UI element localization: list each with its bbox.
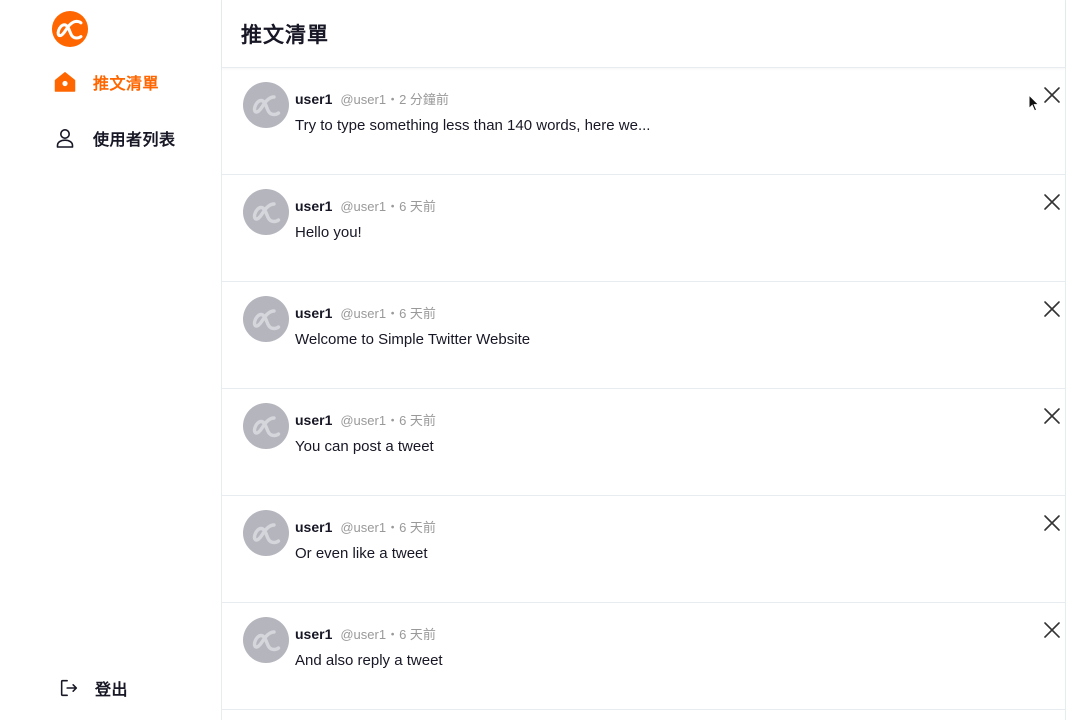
sidebar-item-label: 推文清單: [93, 76, 160, 93]
tweet-item[interactable]: user1 @user1・6 天前 Hello you!: [222, 175, 1065, 282]
sidebar: 推文清單 使用者列表 登出: [0, 0, 222, 720]
close-icon: [1044, 622, 1060, 638]
tweet-author-name[interactable]: user1: [295, 519, 332, 535]
page-title: 推文清單: [241, 23, 329, 47]
default-avatar-icon: [252, 95, 281, 117]
tweet-author-name[interactable]: user1: [295, 305, 332, 321]
tweet-text: You can post a tweet: [295, 438, 434, 455]
delete-tweet-button[interactable]: [1041, 405, 1063, 427]
delete-tweet-button[interactable]: [1041, 191, 1063, 213]
default-avatar-icon: [252, 523, 281, 545]
tweet-text: Hello you!: [295, 224, 362, 241]
tweet-text: Or even like a tweet: [295, 545, 428, 562]
page-header: 推文清單: [222, 0, 1065, 68]
main-panel: 推文清單 user1 @user1・2 分鐘前 Try to type some…: [222, 0, 1066, 720]
delete-tweet-button[interactable]: [1041, 512, 1063, 534]
tweet-meta: @user1・6 天前: [340, 306, 436, 321]
avatar[interactable]: [243, 510, 289, 556]
default-avatar-icon: [252, 309, 281, 331]
tweet-author-name[interactable]: user1: [295, 626, 332, 642]
tweet-header: user1 @user1・6 天前: [295, 196, 436, 215]
logout-button[interactable]: 登出: [57, 675, 128, 701]
default-avatar-icon: [252, 202, 281, 224]
tweet-header: user1 @user1・6 天前: [295, 303, 436, 322]
tweet-item[interactable]: user1 @user1・2 分鐘前 Try to type something…: [222, 68, 1065, 175]
tweet-text: And also reply a tweet: [295, 652, 443, 669]
close-icon: [1044, 301, 1060, 317]
delete-tweet-button[interactable]: [1041, 619, 1063, 641]
tweet-meta: @user1・6 天前: [340, 199, 436, 214]
avatar[interactable]: [243, 189, 289, 235]
logout-label: 登出: [95, 682, 129, 699]
logout-icon: [57, 676, 81, 700]
tweet-item[interactable]: user1 @user1・6 天前 Or even like a tweet: [222, 496, 1065, 603]
avatar[interactable]: [243, 617, 289, 663]
tweet-item[interactable]: user1 @user1・6 天前 Welcome to Simple Twit…: [222, 282, 1065, 389]
close-icon: [1044, 87, 1060, 103]
user-icon: [53, 126, 77, 150]
delete-tweet-button[interactable]: [1041, 298, 1063, 320]
delete-tweet-button[interactable]: [1041, 84, 1063, 106]
tweet-text: Welcome to Simple Twitter Website: [295, 331, 531, 348]
tweet-header: user1 @user1・6 天前: [295, 624, 436, 643]
tweet-meta: @user1・6 天前: [340, 413, 436, 428]
avatar[interactable]: [243, 403, 289, 449]
sidebar-item-users[interactable]: 使用者列表: [53, 125, 176, 151]
tweet-meta: @user1・6 天前: [340, 520, 436, 535]
close-icon: [1044, 515, 1060, 531]
tweet-author-name[interactable]: user1: [295, 91, 332, 107]
tweet-header: user1 @user1・6 天前: [295, 517, 436, 536]
tweet-list: user1 @user1・2 分鐘前 Try to type something…: [222, 68, 1065, 710]
tweet-header: user1 @user1・2 分鐘前: [295, 89, 449, 108]
default-avatar-icon: [252, 630, 281, 652]
tweet-item[interactable]: user1 @user1・6 天前 You can post a tweet: [222, 389, 1065, 496]
tweet-author-name[interactable]: user1: [295, 412, 332, 428]
avatar[interactable]: [243, 82, 289, 128]
avatar[interactable]: [243, 296, 289, 342]
sidebar-item-label: 使用者列表: [93, 132, 176, 149]
tweet-header: user1 @user1・6 天前: [295, 410, 436, 429]
tweet-meta: @user1・6 天前: [340, 627, 436, 642]
alpha-logo-icon[interactable]: [51, 10, 89, 48]
tweet-meta: @user1・2 分鐘前: [340, 92, 449, 107]
sidebar-item-tweets[interactable]: 推文清單: [53, 69, 159, 95]
tweet-text: Try to type something less than 140 word…: [295, 117, 651, 134]
tweet-author-name[interactable]: user1: [295, 198, 332, 214]
close-icon: [1044, 408, 1060, 424]
home-icon: [53, 70, 77, 94]
close-icon: [1044, 194, 1060, 210]
default-avatar-icon: [252, 416, 281, 438]
mouse-cursor-icon: [1028, 94, 1040, 112]
tweet-item[interactable]: user1 @user1・6 天前 And also reply a tweet: [222, 603, 1065, 710]
